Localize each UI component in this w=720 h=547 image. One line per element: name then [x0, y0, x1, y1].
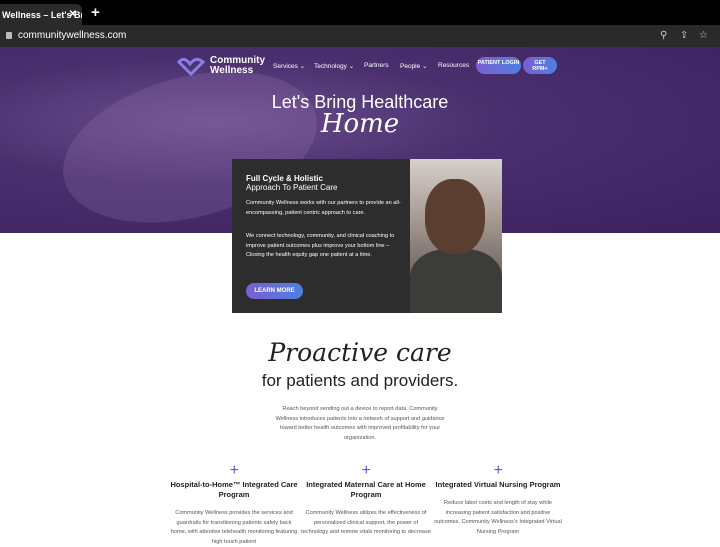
- share-icon[interactable]: ⇪: [680, 30, 688, 41]
- zoom-icon[interactable]: ⚲: [660, 30, 667, 41]
- get-rpm-button[interactable]: GET RPM+: [523, 57, 557, 74]
- nav-services[interactable]: Services ⌄: [273, 62, 305, 70]
- program-column: + Integrated Maternal Care at Home Progr…: [301, 463, 431, 538]
- nav-technology[interactable]: Technology ⌄: [314, 62, 354, 70]
- program-column: + Integrated Virtual Nursing Program Red…: [433, 463, 563, 537]
- nav-people[interactable]: People ⌄: [400, 62, 428, 70]
- card-paragraph: Community Wellness works with our partne…: [246, 200, 401, 216]
- program-title[interactable]: Integrated Maternal Care at Home Program: [301, 480, 431, 500]
- nav-resources[interactable]: Resources: [438, 62, 469, 69]
- section-script-title: Proactive care: [268, 338, 452, 367]
- plus-icon: +: [493, 462, 503, 479]
- program-title[interactable]: Hospital-to-Home™ Integrated Care Progra…: [169, 480, 299, 500]
- program-title[interactable]: Integrated Virtual Nursing Program: [433, 480, 563, 490]
- feature-card: Full Cycle & Holistic Approach To Patien…: [232, 159, 502, 313]
- plus-icon: +: [361, 462, 371, 479]
- close-tab-icon[interactable]: ✕: [69, 9, 77, 20]
- browser-tab[interactable]: Wellness – Let's Br ✕: [0, 4, 82, 25]
- hero-title-script: Home: [320, 109, 400, 139]
- address-bar[interactable]: communitywellness.com ⚲ ⇪ ☆: [0, 25, 720, 47]
- plus-icon: +: [229, 462, 239, 479]
- logo-line2: Wellness: [210, 65, 254, 76]
- nav-partners[interactable]: Partners: [364, 62, 389, 69]
- section-subtitle: for patients and providers.: [261, 371, 459, 390]
- card-title: Approach To Patient Care: [246, 183, 338, 192]
- heart-logo-icon: [176, 57, 206, 76]
- logo[interactable]: Community Wellness: [176, 56, 265, 76]
- program-body: Community Wellness provides the services…: [170, 510, 298, 545]
- url-text[interactable]: communitywellness.com: [18, 30, 126, 41]
- star-icon[interactable]: ☆: [699, 30, 708, 41]
- program-column: + Hospital-to-Home™ Integrated Care Prog…: [169, 463, 299, 547]
- program-body: Reduce labor costs and length of stay wh…: [434, 500, 562, 535]
- patient-login-button[interactable]: PATIENT LOGIN: [476, 57, 521, 74]
- learn-more-button[interactable]: LEARN MORE: [246, 283, 303, 299]
- smiling-man-photo: [410, 159, 502, 313]
- program-body: Community Wellness utilizes the effectiv…: [301, 510, 431, 535]
- card-title-bold: Full Cycle & Holistic: [246, 174, 323, 183]
- new-tab-icon[interactable]: +: [91, 4, 100, 21]
- browser-tab-bar: Wellness – Let's Br ✕ +: [0, 0, 720, 25]
- lock-icon: [6, 32, 12, 39]
- card-paragraph: We connect technology, community, and cl…: [246, 233, 395, 258]
- section-intro: Reach beyond sending out a device to rep…: [275, 406, 445, 441]
